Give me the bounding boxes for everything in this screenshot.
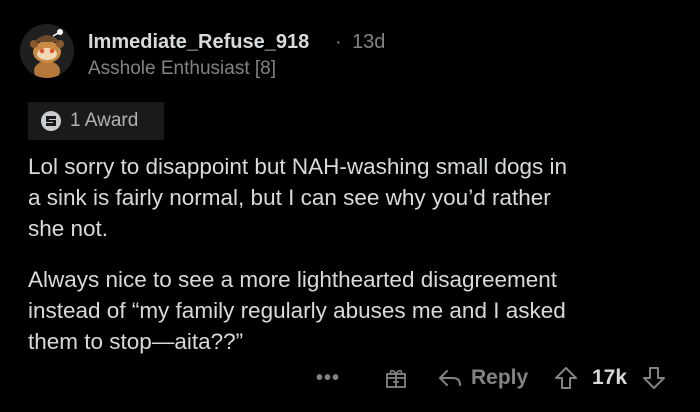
vote-score: 17k <box>592 366 628 389</box>
reply-button[interactable]: Reply <box>437 360 528 396</box>
downvote-button[interactable] <box>641 360 667 396</box>
silver-award-icon <box>41 111 61 131</box>
downvote-arrow-icon <box>643 367 665 389</box>
comment-actions: ••• Reply 17k <box>0 360 700 396</box>
user-flair: Asshole Enthusiast [8] <box>88 58 276 79</box>
meta-separator: · <box>335 31 342 53</box>
avatar-snoo-icon <box>20 24 74 78</box>
reply-label: Reply <box>471 366 529 389</box>
award-badge[interactable]: 1 Award <box>28 102 164 140</box>
reply-arrow-icon <box>439 370 461 386</box>
upvote-button[interactable] <box>553 360 579 396</box>
comment: Immediate_Refuse_918 · 13d Asshole Enthu… <box>0 0 700 412</box>
gift-icon <box>386 369 406 388</box>
comment-paragraph: Always nice to see a more lighthearted d… <box>28 267 566 354</box>
avatar[interactable] <box>20 24 74 78</box>
comment-age: 13d <box>352 31 386 53</box>
comment-paragraph: Lol sorry to disappoint but NAH-washing … <box>28 154 568 241</box>
more-options-button[interactable]: ••• <box>316 360 340 396</box>
award-label: 1 Award <box>70 110 139 131</box>
upvote-arrow-icon <box>555 367 577 389</box>
give-award-button[interactable] <box>384 360 408 396</box>
author-username[interactable]: Immediate_Refuse_918 <box>88 31 309 54</box>
